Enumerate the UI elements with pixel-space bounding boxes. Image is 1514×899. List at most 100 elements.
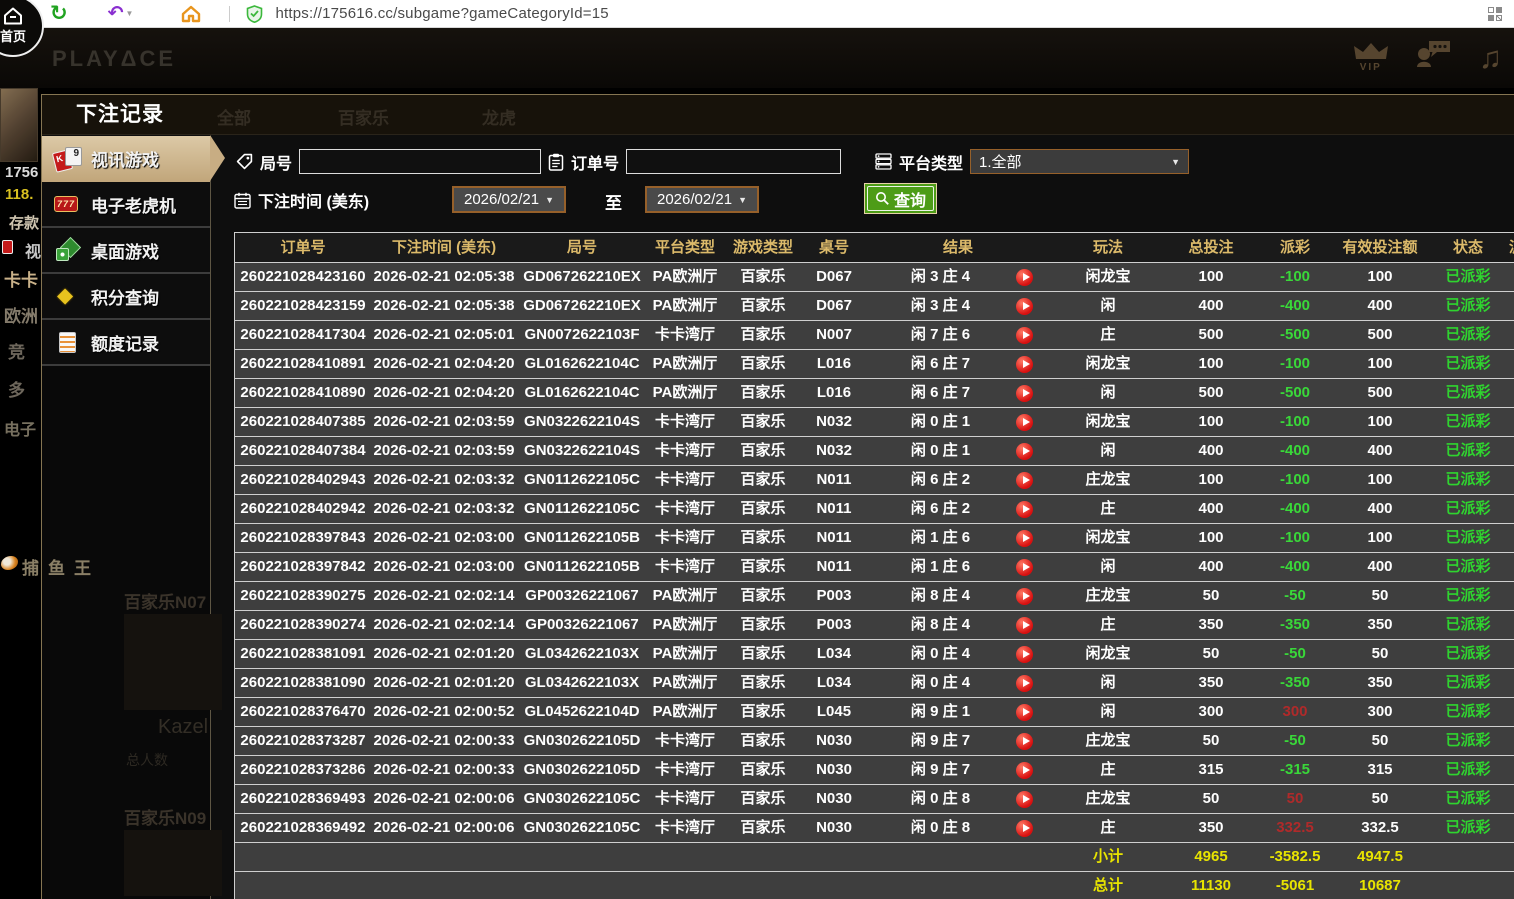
url-text[interactable]: https://175616.cc/subgame?gameCategoryId…: [275, 5, 608, 22]
col-table-no: 桌号: [818, 239, 849, 256]
cell-result: 闲 6 庄 2: [865, 466, 1051, 494]
cell-payout: 332.5: [1276, 819, 1314, 836]
play-video-icon[interactable]: [1016, 761, 1033, 779]
sidebar-item-points[interactable]: 积分查询: [42, 274, 210, 320]
cell-total-bet: 500: [1198, 384, 1224, 401]
play-video-icon[interactable]: [1016, 500, 1033, 518]
cell-bet-time: 2026-02-21 02:05:01: [373, 326, 515, 343]
play-video-icon[interactable]: [1016, 616, 1033, 634]
table-row: 260221028407384 2026-02-21 02:03:59 GN03…: [235, 437, 1514, 466]
music-icon[interactable]: ♫: [1479, 42, 1502, 73]
date-to-select[interactable]: 2026/02/21 ▼: [645, 186, 759, 213]
modal-sidebar: 视讯游戏 电子老虎机 桌面游戏 积分查询: [42, 135, 225, 899]
cell-valid-bet: 100: [1367, 268, 1393, 285]
play-video-icon[interactable]: [1016, 268, 1033, 286]
cell-bet-time: 2026-02-21 02:03:59: [373, 413, 515, 430]
undo-icon[interactable]: ↶: [108, 2, 124, 26]
cell-total-bet: 400: [1198, 500, 1224, 517]
col-game-type: 游戏类型: [732, 239, 793, 256]
cell-platform: PA欧洲厅: [652, 703, 718, 720]
col-play-type: 玩法: [1092, 239, 1123, 256]
home-badge-label: 首页: [0, 29, 26, 44]
cell-game-type: 百家乐: [740, 413, 786, 430]
cell-valid-bet: 50: [1371, 790, 1389, 807]
cell-valid-bet: 100: [1367, 355, 1393, 372]
refresh-icon[interactable]: ↻: [50, 2, 68, 26]
cell-bet-time: 2026-02-21 02:05:38: [373, 297, 515, 314]
play-video-icon[interactable]: [1016, 384, 1033, 402]
play-video-icon[interactable]: [1016, 297, 1033, 315]
round-id-input[interactable]: [299, 149, 542, 174]
cell-round-id: GN0072622103F: [524, 326, 640, 343]
order-id-input[interactable]: [626, 149, 842, 174]
vip-button[interactable]: VIP: [1353, 42, 1389, 73]
date-to-label: 至: [605, 194, 622, 213]
sidebar-item-slots[interactable]: 电子老虎机: [42, 182, 210, 228]
cell-payout-time: [1509, 292, 1514, 320]
cell-payout: 300: [1282, 703, 1308, 720]
cell-payout-time: [1509, 756, 1514, 784]
sidebar-item-table-games[interactable]: 桌面游戏: [42, 228, 210, 274]
sidebar-item-credit-records[interactable]: 额度记录: [42, 320, 210, 366]
date-from-select[interactable]: 2026/02/21 ▼: [452, 186, 566, 213]
chat-icon: [1416, 41, 1450, 67]
cell-platform: 卡卡湾厅: [654, 819, 715, 836]
play-video-icon[interactable]: [1016, 558, 1033, 576]
date-from-value: 2026/02/21: [464, 191, 540, 208]
search-button[interactable]: 查询: [864, 183, 938, 214]
play-video-icon[interactable]: [1016, 674, 1033, 692]
cell-table-no: L034: [816, 674, 852, 691]
play-video-icon[interactable]: [1016, 442, 1033, 460]
play-video-icon[interactable]: [1016, 355, 1033, 373]
cell-platform: PA欧洲厅: [652, 645, 718, 662]
cell-payout: 50: [1286, 790, 1304, 807]
grid-menu-icon[interactable]: [1488, 6, 1502, 21]
chat-button[interactable]: [1415, 38, 1453, 73]
cell-payout: -100: [1279, 529, 1311, 546]
total-row: 总计 11130 -5061 10687: [235, 872, 1514, 899]
browser-chrome: ↻ ↶ ▼ https://175616.cc/subgame?gameCate…: [0, 0, 1514, 28]
total-payout: -5061: [1275, 877, 1315, 894]
cell-order-id: 260221028390275: [240, 587, 366, 604]
play-video-icon[interactable]: [1016, 326, 1033, 344]
home-icon[interactable]: [181, 5, 201, 23]
play-video-icon[interactable]: [1016, 529, 1033, 547]
cell-round-id: GN0302622105C: [523, 790, 641, 807]
cell-result: 闲 1 庄 6: [865, 553, 1051, 581]
table-row: 260221028410891 2026-02-21 02:04:20 GL01…: [235, 350, 1514, 379]
play-video-icon[interactable]: [1016, 471, 1033, 489]
cell-bet-time: 2026-02-21 02:04:20: [373, 384, 515, 401]
play-video-icon[interactable]: [1016, 819, 1033, 837]
bg-nav-europe: 欧洲: [4, 307, 38, 326]
cell-bet-time: 2026-02-21 02:00:33: [373, 761, 515, 778]
cell-platform: 卡卡湾厅: [654, 326, 715, 343]
cell-result: 闲 0 庄 8: [865, 785, 1051, 813]
security-shield-icon[interactable]: [246, 4, 263, 23]
play-video-icon[interactable]: [1016, 645, 1033, 663]
sidebar-item-live-video[interactable]: 视讯游戏: [42, 135, 225, 182]
cell-valid-bet: 50: [1371, 645, 1389, 662]
cell-round-id: GN0322622104S: [524, 413, 640, 430]
platform-type-select[interactable]: 1.全部 ▼: [970, 149, 1190, 174]
bet-time-label: 下注时间 (美东): [258, 194, 370, 211]
play-video-icon[interactable]: [1016, 587, 1033, 605]
play-video-icon[interactable]: [1016, 732, 1033, 750]
play-video-icon[interactable]: [1016, 413, 1033, 431]
subtotal-payout: -3582.5: [1269, 848, 1321, 865]
cell-round-id: GN0322622104S: [524, 442, 640, 459]
play-video-icon[interactable]: [1016, 790, 1033, 808]
cell-valid-bet: 50: [1371, 732, 1389, 749]
cell-status: 已派彩: [1445, 674, 1491, 691]
cell-order-id: 260221028369492: [240, 819, 366, 836]
cell-game-type: 百家乐: [740, 268, 786, 285]
cell-valid-bet: 350: [1367, 616, 1393, 633]
play-video-icon[interactable]: [1016, 703, 1033, 721]
cell-platform: 卡卡湾厅: [654, 413, 715, 430]
cell-order-id: 260221028402942: [240, 500, 366, 517]
col-result: 结果: [942, 239, 973, 256]
cell-game-type: 百家乐: [740, 645, 786, 662]
undo-dropdown-caret[interactable]: ▼: [126, 9, 134, 18]
cell-platform: 卡卡湾厅: [654, 442, 715, 459]
cards-icon: [2, 240, 13, 254]
cell-order-id: 260221028397843: [240, 529, 366, 546]
